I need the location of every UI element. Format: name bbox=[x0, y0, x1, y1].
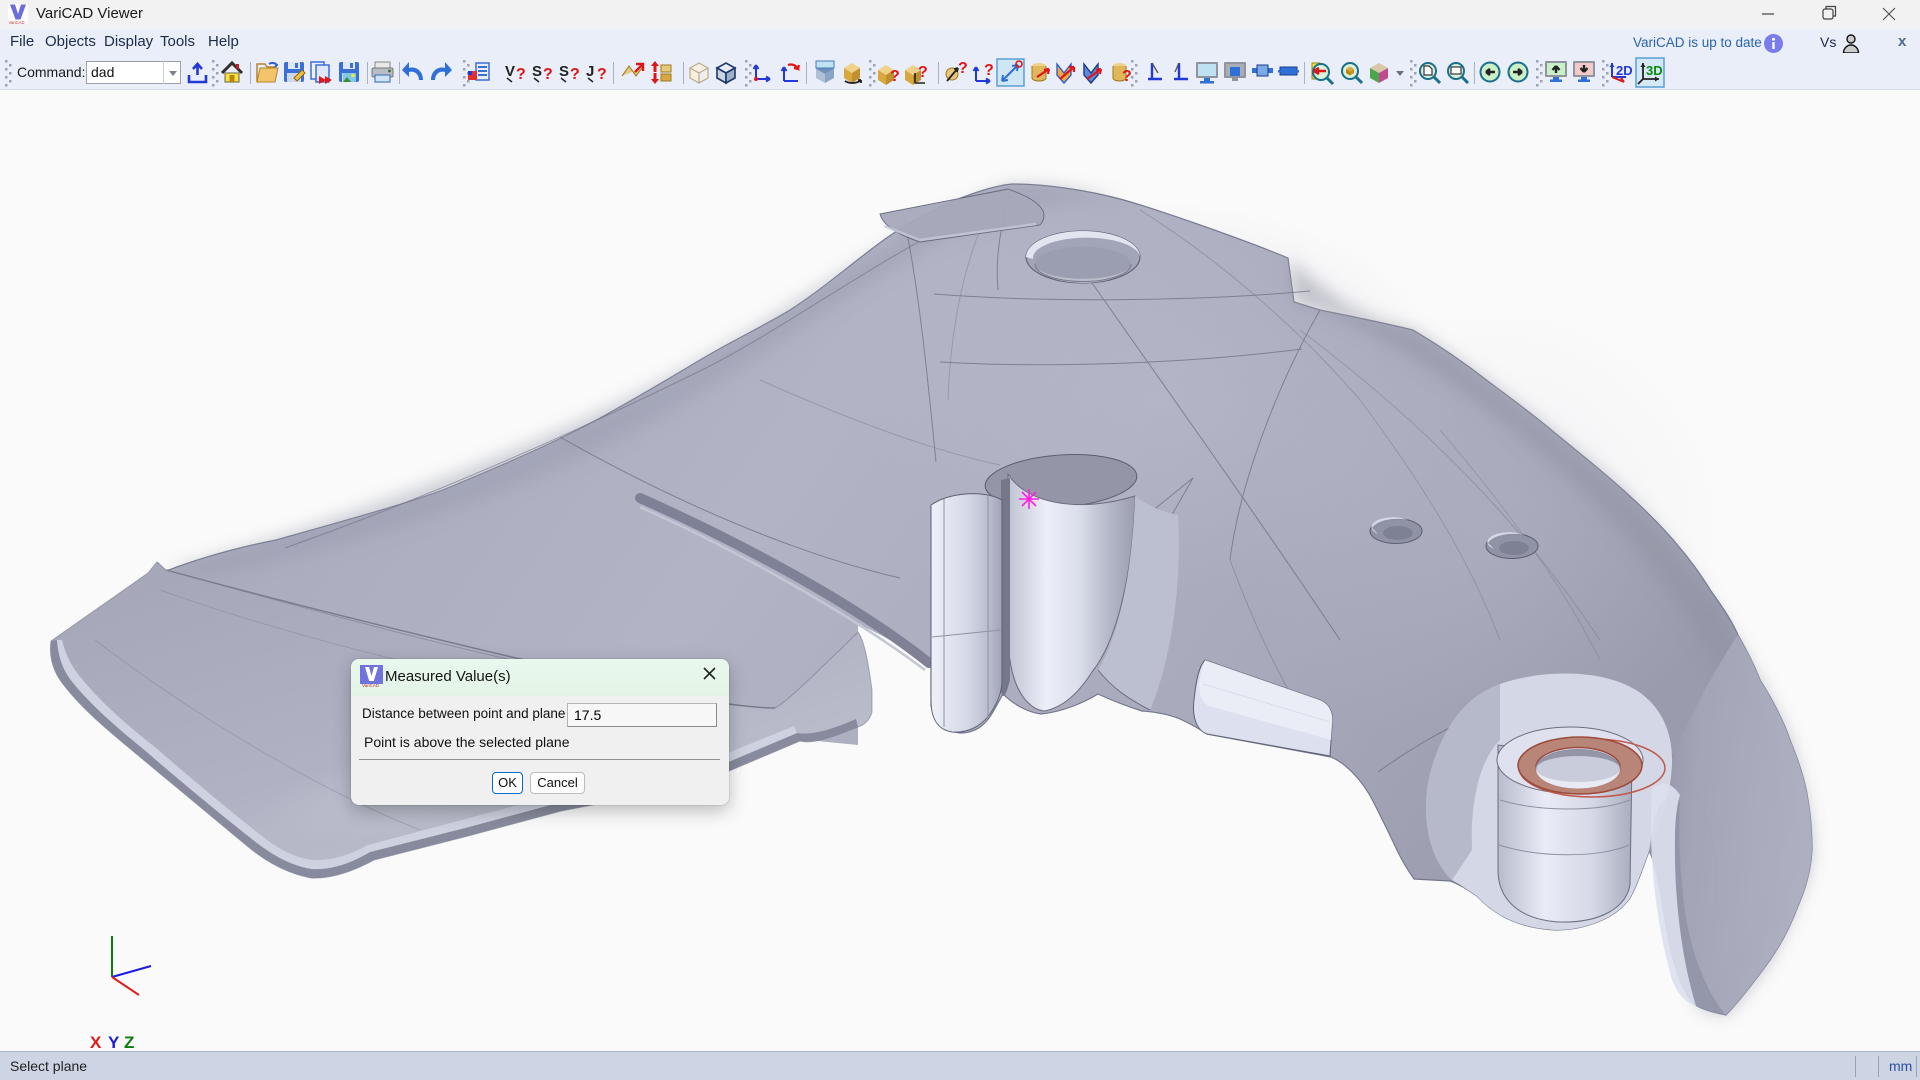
svg-text:J: J bbox=[586, 63, 594, 80]
svg-text:S: S bbox=[559, 63, 569, 80]
svg-text:VariCAD: VariCAD bbox=[362, 683, 380, 688]
svg-text:V: V bbox=[505, 63, 515, 80]
svg-text:Y: Y bbox=[108, 1033, 120, 1051]
svg-text:VariCAD: VariCAD bbox=[9, 20, 25, 25]
svg-text:2D: 2D bbox=[1616, 63, 1633, 78]
svg-text:3D: 3D bbox=[1646, 63, 1663, 78]
svg-text:X: X bbox=[90, 1033, 102, 1051]
svg-text:S: S bbox=[532, 63, 542, 80]
svg-text:Z: Z bbox=[124, 1033, 134, 1051]
